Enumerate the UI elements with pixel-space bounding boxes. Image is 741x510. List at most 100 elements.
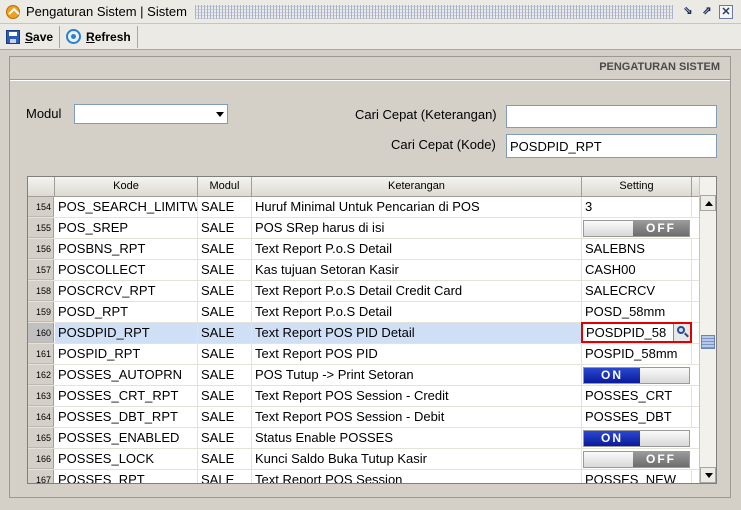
cell-kode[interactable]: POSSES_RPT <box>55 470 198 483</box>
modul-select[interactable] <box>74 104 228 124</box>
cell-modul[interactable]: SALE <box>198 407 252 427</box>
cell-modul[interactable]: SALE <box>198 323 252 343</box>
table-row[interactable]: 164 POSSES_DBT_RPT SALE Text Report POS Ses… <box>28 407 700 428</box>
cell-kode[interactable]: POS_SEARCH_LIMITW <box>55 197 198 217</box>
cell-modul[interactable]: SALE <box>198 449 252 469</box>
setting-toggle[interactable]: ON <box>583 367 690 384</box>
setting-toggle[interactable]: OFF <box>583 451 690 468</box>
cell-modul[interactable]: SALE <box>198 281 252 301</box>
cell-kode[interactable]: POSDPID_RPT <box>55 323 198 343</box>
table-row[interactable]: 161 POSPID_RPT SALE Text Report POS PID POSP… <box>28 344 700 365</box>
toggle-state: OFF <box>633 452 689 467</box>
cell-setting[interactable]: POSSES_DBT <box>582 407 692 427</box>
table-row[interactable]: 166 POSSES_LOCK SALE Kunci Saldo Buka Tutup… <box>28 449 700 470</box>
cell-setting[interactable]: POSSES_NEW <box>582 470 692 483</box>
row-number: 154 <box>28 197 54 217</box>
table-row[interactable]: 155 POS_SREP SALE POS SRep harus di isi OFF <box>28 218 700 239</box>
cell-modul[interactable]: SALE <box>198 302 252 322</box>
column-header-kode[interactable]: Kode <box>55 177 198 197</box>
cell-kode[interactable]: POSSES_CRT_RPT <box>55 386 198 406</box>
table-row[interactable]: 156 POSBNS_RPT SALE Text Report P.o.S Detai… <box>28 239 700 260</box>
scroll-up-button[interactable] <box>700 195 716 211</box>
cell-modul[interactable]: SALE <box>198 260 252 280</box>
scroll-thumb[interactable] <box>701 335 715 349</box>
cell-modul[interactable]: SALE <box>198 428 252 448</box>
cell-kode[interactable]: POSSES_ENABLED <box>55 428 198 448</box>
search-desc-input[interactable] <box>506 105 717 128</box>
cell-kode[interactable]: POSSES_DBT_RPT <box>55 407 198 427</box>
save-button[interactable]: Save <box>0 25 61 48</box>
cell-keterangan[interactable]: Text Report P.o.S Detail <box>252 239 582 259</box>
vertical-scrollbar[interactable] <box>699 177 716 483</box>
scroll-down-button[interactable] <box>700 467 716 483</box>
cell-kode[interactable]: POSPID_RPT <box>55 344 198 364</box>
table-row[interactable]: 160 POSDPID_RPT SALE Text Report POS PID De… <box>28 322 700 344</box>
table-row[interactable]: 163 POSSES_CRT_RPT SALE Text Report POS Ses… <box>28 386 700 407</box>
cell-keterangan[interactable]: Text Report P.o.S Detail <box>252 302 582 322</box>
cell-keterangan[interactable]: Text Report POS Session - Credit <box>252 386 582 406</box>
cell-kode[interactable]: POSSES_LOCK <box>55 449 198 469</box>
cell-keterangan[interactable]: Text Report POS PID Detail <box>252 323 582 343</box>
search-code-input[interactable] <box>506 134 717 158</box>
cell-keterangan[interactable]: Status Enable POSSES <box>252 428 582 448</box>
chevron-down-icon[interactable] <box>216 112 224 117</box>
cell-setting[interactable]: POSPID_58mm <box>582 344 692 364</box>
cell-modul[interactable]: SALE <box>198 386 252 406</box>
table-row[interactable]: 162 POSSES_AUTOPRN SALE POS Tutup -> Print … <box>28 365 700 386</box>
cell-modul[interactable]: SALE <box>198 239 252 259</box>
search-desc-label: Cari Cepat (Keterangan) <box>355 107 497 122</box>
cell-kode[interactable]: POSCOLLECT <box>55 260 198 280</box>
cell-keterangan[interactable]: Text Report P.o.S Detail Credit Card <box>252 281 582 301</box>
cell-setting[interactable]: SALECRCV <box>582 281 692 301</box>
grid-header: Kode Modul Keterangan Setting <box>28 177 700 197</box>
refresh-button[interactable]: Refresh <box>60 25 138 48</box>
cell-kode[interactable]: POSCRCV_RPT <box>55 281 198 301</box>
cell-keterangan[interactable]: POS SRep harus di isi <box>252 218 582 238</box>
settings-grid: Kode Modul Keterangan Setting 154 POS_SEA… <box>27 176 717 484</box>
table-row[interactable]: 167 POSSES_RPT SALE Text Report POS Session… <box>28 470 700 483</box>
table-row[interactable]: 154 POS_SEARCH_LIMITW SALE Huruf Minimal Un… <box>28 197 700 218</box>
maximize-icon[interactable]: ⇗ <box>700 5 714 19</box>
table-row[interactable]: 157 POSCOLLECT SALE Kas tujuan Setoran Kasi… <box>28 260 700 281</box>
cell-kode[interactable]: POSD_RPT <box>55 302 198 322</box>
app-icon <box>6 4 20 19</box>
table-row[interactable]: 158 POSCRCV_RPT SALE Text Report P.o.S Deta… <box>28 281 700 302</box>
row-number: 166 <box>28 449 54 469</box>
cell-kode[interactable]: POSSES_AUTOPRN <box>55 365 198 385</box>
cell-setting[interactable]: 3 <box>582 197 692 217</box>
cell-setting[interactable]: POSD_58mm <box>582 302 692 322</box>
cell-setting[interactable]: POSSES_CRT <box>582 386 692 406</box>
cell-kode[interactable]: POSBNS_RPT <box>55 239 198 259</box>
column-header-modul[interactable]: Modul <box>198 177 252 197</box>
cell-modul[interactable]: SALE <box>198 218 252 238</box>
cell-keterangan[interactable]: POS Tutup -> Print Setoran <box>252 365 582 385</box>
restore-icon[interactable]: ⇘ <box>681 5 695 19</box>
cell-keterangan[interactable]: Text Report POS Session <box>252 470 582 483</box>
cell-modul[interactable]: SALE <box>198 197 252 217</box>
cell-modul[interactable]: SALE <box>198 470 252 483</box>
setting-toggle[interactable]: ON <box>583 430 690 447</box>
column-header-keterangan[interactable]: Keterangan <box>252 177 582 197</box>
setting-edit-cell[interactable]: POSDPID_58 <box>581 322 692 343</box>
cell-keterangan[interactable]: Kas tujuan Setoran Kasir <box>252 260 582 280</box>
search-code-label: Cari Cepat (Kode) <box>391 137 496 152</box>
save-label: Save <box>25 29 54 44</box>
cell-setting[interactable]: SALEBNS <box>582 239 692 259</box>
table-row[interactable]: 159 POSD_RPT SALE Text Report P.o.S Detail P… <box>28 302 700 323</box>
setting-edit-value[interactable]: POSDPID_58 <box>586 325 666 340</box>
cell-modul[interactable]: SALE <box>198 344 252 364</box>
column-header-setting[interactable]: Setting <box>582 177 692 197</box>
panel-heading: PENGATURAN SISTEM <box>599 61 720 73</box>
cell-keterangan[interactable]: Huruf Minimal Untuk Pencarian di POS <box>252 197 582 217</box>
cell-kode[interactable]: POS_SREP <box>55 218 198 238</box>
table-row[interactable]: 165 POSSES_ENABLED SALE Status Enable POSSE… <box>28 428 700 449</box>
cell-setting[interactable]: CASH00 <box>582 260 692 280</box>
title-bar: Pengaturan Sistem | Sistem ⇘ ⇗ ✕ <box>0 0 741 24</box>
cell-keterangan[interactable]: Text Report POS Session - Debit <box>252 407 582 427</box>
close-icon[interactable]: ✕ <box>719 4 733 19</box>
search-icon[interactable] <box>673 324 690 341</box>
cell-keterangan[interactable]: Kunci Saldo Buka Tutup Kasir <box>252 449 582 469</box>
cell-keterangan[interactable]: Text Report POS PID <box>252 344 582 364</box>
setting-toggle[interactable]: OFF <box>583 220 690 237</box>
cell-modul[interactable]: SALE <box>198 365 252 385</box>
